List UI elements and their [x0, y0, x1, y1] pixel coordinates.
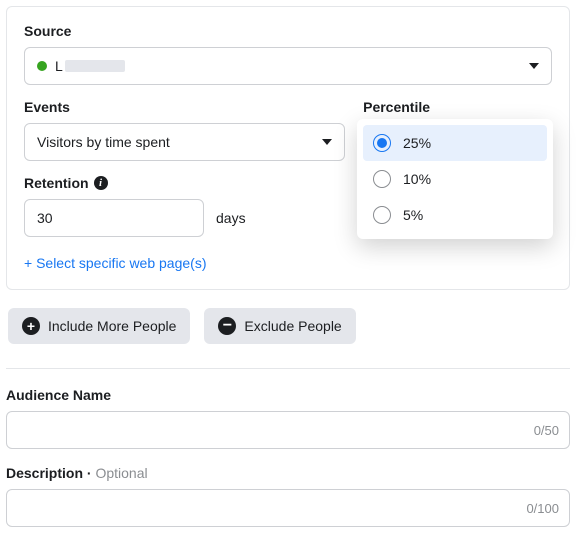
- percentile-option[interactable]: 10%: [363, 161, 547, 197]
- info-icon[interactable]: i: [94, 176, 108, 190]
- source-label: Source: [24, 23, 552, 39]
- source-letter: L: [55, 58, 63, 74]
- percentile-label: Percentile: [363, 99, 552, 115]
- percentile-option[interactable]: 5%: [363, 197, 547, 233]
- include-label: Include More People: [48, 318, 176, 334]
- option-label: 25%: [403, 135, 431, 151]
- status-dot-icon: [37, 61, 47, 71]
- description-label: Description · Optional: [6, 465, 570, 481]
- minus-icon: −: [218, 317, 236, 335]
- days-label: days: [216, 210, 246, 226]
- radio-icon: [373, 170, 391, 188]
- source-redacted: [65, 60, 125, 72]
- events-select[interactable]: Visitors by time spent: [24, 123, 345, 161]
- criteria-panel: Source L Events Visitors by time spent P…: [6, 6, 570, 290]
- plus-icon: +: [22, 317, 40, 335]
- exclude-label: Exclude People: [244, 318, 341, 334]
- description-counter: 0/100: [526, 501, 559, 516]
- description-input[interactable]: [19, 499, 557, 517]
- source-select[interactable]: L: [24, 47, 552, 85]
- chevron-down-icon: [529, 63, 539, 69]
- audience-name-input[interactable]: [19, 421, 557, 439]
- percentile-dropdown: 25% 10% 5%: [357, 119, 553, 239]
- events-value: Visitors by time spent: [37, 134, 322, 150]
- chevron-down-icon: [322, 139, 332, 145]
- include-more-button[interactable]: + Include More People: [8, 308, 190, 344]
- events-label: Events: [24, 99, 345, 115]
- percentile-option[interactable]: 25%: [363, 125, 547, 161]
- radio-icon: [373, 134, 391, 152]
- audience-name-counter: 0/50: [534, 423, 559, 438]
- audience-name-label: Audience Name: [6, 387, 570, 403]
- radio-icon: [373, 206, 391, 224]
- exclude-button[interactable]: − Exclude People: [204, 308, 355, 344]
- retention-input[interactable]: [24, 199, 204, 237]
- option-label: 5%: [403, 207, 423, 223]
- option-label: 10%: [403, 171, 431, 187]
- select-pages-link[interactable]: + Select specific web page(s): [24, 255, 206, 271]
- divider: [6, 368, 570, 369]
